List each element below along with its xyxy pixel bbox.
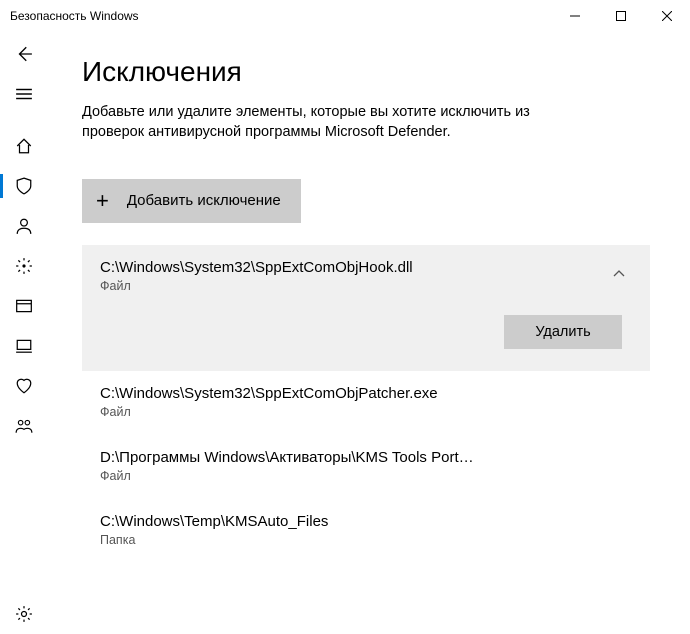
firewall-icon bbox=[15, 257, 33, 275]
remove-button[interactable]: Удалить bbox=[504, 315, 622, 349]
maximize-icon bbox=[616, 11, 626, 21]
exclusion-type: Файл bbox=[100, 469, 632, 483]
home-icon bbox=[15, 137, 33, 155]
nav-rail bbox=[0, 32, 48, 634]
nav-menu[interactable] bbox=[0, 74, 48, 114]
family-icon bbox=[15, 417, 33, 435]
exclusion-item[interactable]: C:\Windows\Temp\KMSAuto_Files Папка bbox=[82, 499, 650, 563]
nav-account-protection[interactable] bbox=[0, 206, 48, 246]
nav-home[interactable] bbox=[0, 126, 48, 166]
add-exclusion-button[interactable]: + Добавить исключение bbox=[82, 179, 301, 223]
exclusion-path: C:\Windows\System32\SppExtComObjHook.dll bbox=[100, 259, 480, 276]
health-icon bbox=[15, 377, 33, 395]
close-button[interactable] bbox=[644, 0, 690, 32]
account-icon bbox=[15, 217, 33, 235]
maximize-button[interactable] bbox=[598, 0, 644, 32]
device-icon bbox=[15, 337, 33, 355]
window-title: Безопасность Windows bbox=[10, 9, 139, 23]
add-exclusion-label: Добавить исключение bbox=[127, 192, 281, 209]
chevron-up-icon bbox=[612, 267, 626, 286]
content: Исключения Добавьте или удалите элементы… bbox=[48, 32, 690, 634]
nav-firewall[interactable] bbox=[0, 246, 48, 286]
exclusion-type: Файл bbox=[100, 405, 632, 419]
menu-icon bbox=[15, 85, 33, 103]
window-buttons bbox=[552, 0, 690, 32]
exclusion-type: Папка bbox=[100, 533, 632, 547]
nav-device-health[interactable] bbox=[0, 366, 48, 406]
minimize-icon bbox=[570, 11, 580, 21]
nav-virus-protection[interactable] bbox=[0, 166, 48, 206]
nav-app-browser[interactable] bbox=[0, 286, 48, 326]
exclusion-item[interactable]: C:\Windows\System32\SppExtComObjPatcher.… bbox=[82, 371, 650, 435]
exclusion-path: C:\Windows\System32\SppExtComObjPatcher.… bbox=[100, 385, 480, 402]
plus-icon: + bbox=[96, 190, 109, 212]
nav-family[interactable] bbox=[0, 406, 48, 446]
shield-icon bbox=[15, 177, 33, 195]
exclusion-path: D:\Программы Windows\Активаторы\KMS Tool… bbox=[100, 449, 480, 466]
exclusion-path: C:\Windows\Temp\KMSAuto_Files bbox=[100, 513, 480, 530]
exclusion-list: C:\Windows\System32\SppExtComObjHook.dll… bbox=[82, 245, 650, 563]
remove-row: Удалить bbox=[100, 315, 632, 349]
settings-icon bbox=[15, 605, 33, 623]
nav-settings[interactable] bbox=[0, 594, 48, 634]
app-browser-icon bbox=[15, 297, 33, 315]
app-body: Исключения Добавьте или удалите элементы… bbox=[0, 32, 690, 634]
nav-back[interactable] bbox=[0, 34, 48, 74]
close-icon bbox=[662, 11, 672, 21]
exclusion-item[interactable]: D:\Программы Windows\Активаторы\KMS Tool… bbox=[82, 435, 650, 499]
minimize-button[interactable] bbox=[552, 0, 598, 32]
exclusion-item[interactable]: C:\Windows\System32\SppExtComObjHook.dll… bbox=[82, 245, 650, 371]
back-icon bbox=[15, 45, 33, 63]
exclusion-type: Файл bbox=[100, 279, 632, 293]
page-title: Исключения bbox=[82, 56, 650, 88]
page-description: Добавьте или удалите элементы, которые в… bbox=[82, 102, 552, 143]
title-bar: Безопасность Windows bbox=[0, 0, 690, 32]
nav-device-security[interactable] bbox=[0, 326, 48, 366]
